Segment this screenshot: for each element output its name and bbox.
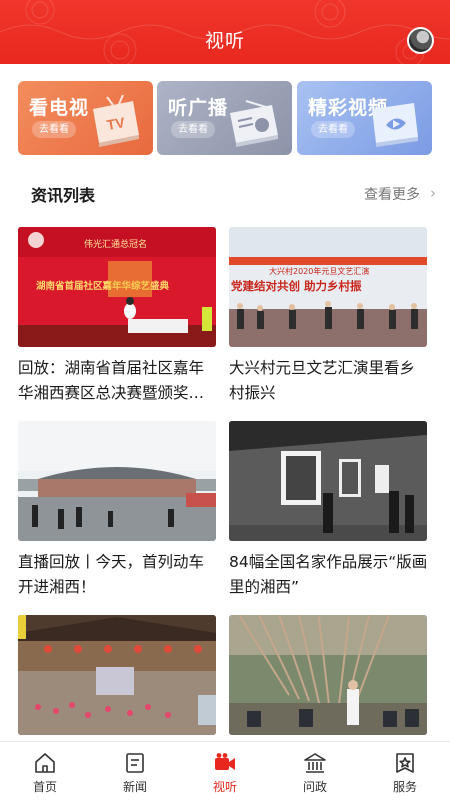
tab-news[interactable]: 新闻: [90, 742, 180, 800]
tab-label: 首页: [32, 780, 57, 794]
thumb-main-text: 党建结对共创 助力乡村振: [231, 279, 362, 293]
radio-icon: [230, 100, 278, 147]
service-star-icon: [396, 753, 414, 773]
news-title: 回放：湖南省首届社区嘉年华湘西赛区总决赛暨颁奖…: [18, 359, 205, 402]
see-more-link[interactable]: 查看更多 ›: [364, 184, 436, 204]
news-thumbnail: [229, 615, 427, 735]
user-avatar[interactable]: [407, 27, 434, 54]
tab-label: 视听: [212, 780, 237, 794]
card-label: 听广播: [168, 97, 229, 119]
news-thumbnail: [229, 421, 427, 541]
news-thumbnail: [18, 421, 216, 541]
tab-inquiry[interactable]: 问政: [270, 742, 360, 800]
tab-label: 新闻: [122, 780, 147, 794]
card-featured-video[interactable]: 精彩视频 去看看: [297, 81, 432, 155]
thumb-banner-text: 大兴村2020年元旦文艺汇演: [269, 266, 369, 276]
card-more-button[interactable]: 去看看: [171, 121, 215, 138]
see-more-label: 查看更多: [364, 187, 420, 203]
news-title: 84幅全国名家作品展示“版画里的湘西”: [229, 553, 428, 596]
card-more-button[interactable]: 去看看: [311, 121, 355, 138]
home-icon: [35, 753, 55, 773]
section-title: 资讯列表: [31, 186, 96, 205]
thumb-banner-text: 伟光汇通总冠名: [84, 238, 147, 250]
news-thumbnail: [18, 615, 216, 735]
tab-home[interactable]: 首页: [0, 742, 90, 800]
news-thumbnail: 大兴村2020年元旦文艺汇演 党建结对共创 助力乡村振: [229, 227, 427, 347]
svg-text:TV: TV: [106, 114, 127, 133]
news-title: 大兴村元旦文艺汇演里看乡村振兴: [229, 359, 416, 402]
card-watch-tv[interactable]: 看电视 去看看 TV: [18, 81, 153, 155]
tab-audiovisual[interactable]: 视听: [180, 742, 270, 800]
news-thumbnail: 伟光汇通总冠名 湖南省首届社区嘉年华综艺盛典: [18, 227, 216, 347]
tv-icon: TV: [93, 95, 139, 147]
card-more-button[interactable]: 去看看: [32, 121, 76, 138]
video-camera-icon: [215, 753, 235, 770]
card-listen-radio[interactable]: 听广播 去看看: [157, 81, 292, 155]
category-cards: 看电视 去看看 TV 听广播 去看看 精彩视频 去看看: [18, 81, 432, 155]
government-icon: [304, 753, 326, 773]
video-play-icon: [372, 103, 418, 147]
news-title: 直播回放丨今天，首列动车开进湘西！: [18, 553, 205, 596]
tab-label: 服务: [392, 780, 417, 794]
top-header: 视听: [0, 0, 450, 64]
news-icon: [126, 753, 144, 773]
bottom-tab-bar: 首页 新闻 视听 问政 服务: [0, 741, 450, 800]
tab-label: 问政: [302, 780, 327, 794]
card-label: 看电视: [29, 97, 90, 119]
tab-service[interactable]: 服务: [360, 742, 450, 800]
chevron-right-icon: ›: [430, 184, 436, 202]
page-title: 视听: [204, 30, 245, 52]
